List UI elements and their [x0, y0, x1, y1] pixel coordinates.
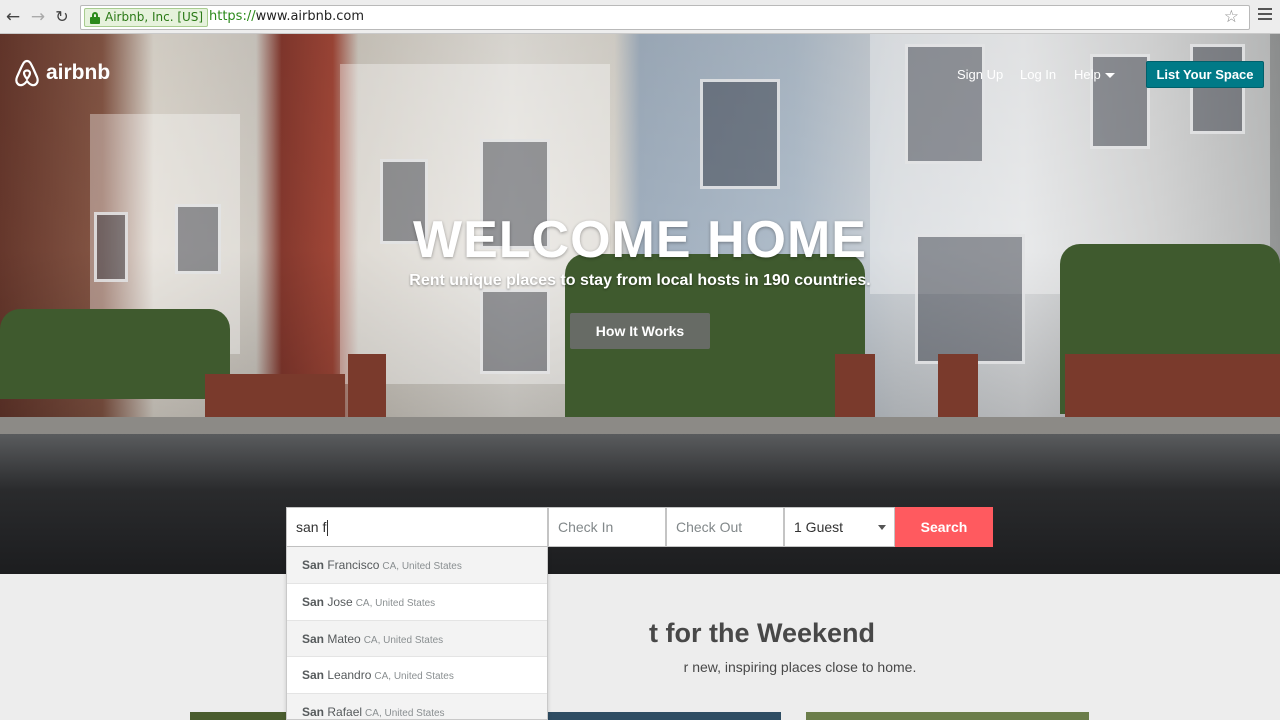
search-bar: san f Check In Check Out 1 Guest Search	[286, 507, 993, 547]
scene-hedge	[0, 309, 230, 399]
forward-arrow-icon[interactable]: →	[28, 7, 48, 27]
suggestion-item[interactable]: San Francisco CA, United States	[287, 547, 547, 584]
scene-window	[480, 289, 550, 374]
location-value: san f	[296, 519, 327, 535]
suggestion-region: CA, United States	[382, 561, 462, 572]
weekend-section-subtitle: r new, inspiring places close to home.	[0, 659, 1280, 675]
security-label: Airbnb, Inc. [US]	[105, 10, 204, 24]
log-in-link[interactable]: Log In	[1020, 67, 1056, 82]
weekend-section: t for the Weekend r new, inspiring place…	[0, 574, 1280, 720]
airbnb-logo[interactable]: airbnb	[14, 58, 110, 88]
suggestion-item[interactable]: San Jose CA, United States	[287, 584, 547, 621]
reload-icon[interactable]: ↻	[52, 7, 72, 27]
suggestion-rest: Jose	[324, 594, 353, 609]
help-menu[interactable]: Help	[1074, 67, 1115, 82]
suggestion-item[interactable]: San Mateo CA, United States	[287, 620, 547, 658]
weekend-section-title: t for the Weekend	[0, 618, 1280, 649]
suggestion-rest: Mateo	[324, 631, 361, 646]
guests-value: 1 Guest	[794, 519, 844, 535]
suggestion-match: San	[302, 705, 325, 720]
logo-text: airbnb	[46, 61, 111, 84]
how-it-works-button[interactable]: How It Works	[570, 313, 710, 349]
search-button[interactable]: Search	[895, 507, 993, 547]
dropdown-arrow-icon	[878, 525, 886, 530]
suggestion-rest: Leandro	[324, 668, 372, 683]
suggestion-region: CA, United States	[374, 671, 454, 683]
url-text[interactable]: https://www.airbnb.com	[209, 9, 364, 24]
weekend-subtitle-text: r new, inspiring places close to home.	[683, 659, 917, 675]
hero-section: airbnb Sign Up Log In Help List Your Spa…	[0, 34, 1280, 574]
text-cursor	[327, 520, 329, 537]
help-label: Help	[1074, 67, 1101, 82]
suggestion-match: San	[302, 631, 325, 646]
list-your-space-button[interactable]: List Your Space	[1146, 61, 1264, 88]
suggestion-item[interactable]: San Leandro CA, United States	[287, 657, 547, 695]
url-scheme: https://	[209, 9, 256, 24]
suggestion-match: San	[302, 558, 325, 572]
check-in-field[interactable]: Check In	[548, 507, 666, 547]
airbnb-belo-icon	[15, 59, 39, 87]
location-input[interactable]: san f	[286, 507, 548, 547]
address-bar[interactable]: Airbnb, Inc. [US] https://www.airbnb.com…	[80, 5, 1250, 30]
check-out-field[interactable]: Check Out	[666, 507, 784, 547]
suggestion-match: San	[302, 668, 325, 683]
location-suggestions: San Francisco CA, United States San Jose C…	[286, 547, 548, 720]
scene-window	[1190, 44, 1245, 134]
bookmark-star-icon[interactable]: ☆	[1224, 7, 1239, 27]
scene-window	[700, 79, 780, 189]
back-arrow-icon[interactable]: ←	[3, 7, 23, 27]
browser-toolbar: ← → ↻ Airbnb, Inc. [US] https://www.airb…	[0, 0, 1280, 34]
suggestion-rest: Francisco	[324, 558, 380, 572]
security-badge[interactable]: Airbnb, Inc. [US]	[84, 8, 209, 27]
guests-select[interactable]: 1 Guest	[784, 507, 895, 547]
suggestion-region: CA, United States	[355, 597, 436, 609]
suggestion-rest: Rafael	[324, 705, 363, 720]
suggestion-region: CA, United States	[363, 634, 444, 646]
sign-up-link[interactable]: Sign Up	[957, 67, 1003, 82]
destination-card[interactable]	[806, 712, 1089, 720]
hero-subtitle: Rent unique places to stay from local ho…	[409, 272, 871, 289]
chevron-down-icon	[1104, 73, 1115, 79]
suggestion-match: San	[302, 594, 325, 609]
lock-icon	[90, 12, 100, 24]
scene-window	[905, 44, 985, 164]
suggestion-item[interactable]: San Rafael CA, United States	[287, 694, 547, 720]
hamburger-menu-icon[interactable]	[1258, 8, 1272, 23]
scene-road	[0, 434, 1280, 574]
weekend-title-text: t for the Weekend	[648, 618, 876, 648]
suggestion-region: CA, United States	[365, 708, 445, 720]
url-host: www.airbnb.com	[255, 9, 365, 24]
hero-title: WELCOME HOME	[413, 211, 867, 269]
